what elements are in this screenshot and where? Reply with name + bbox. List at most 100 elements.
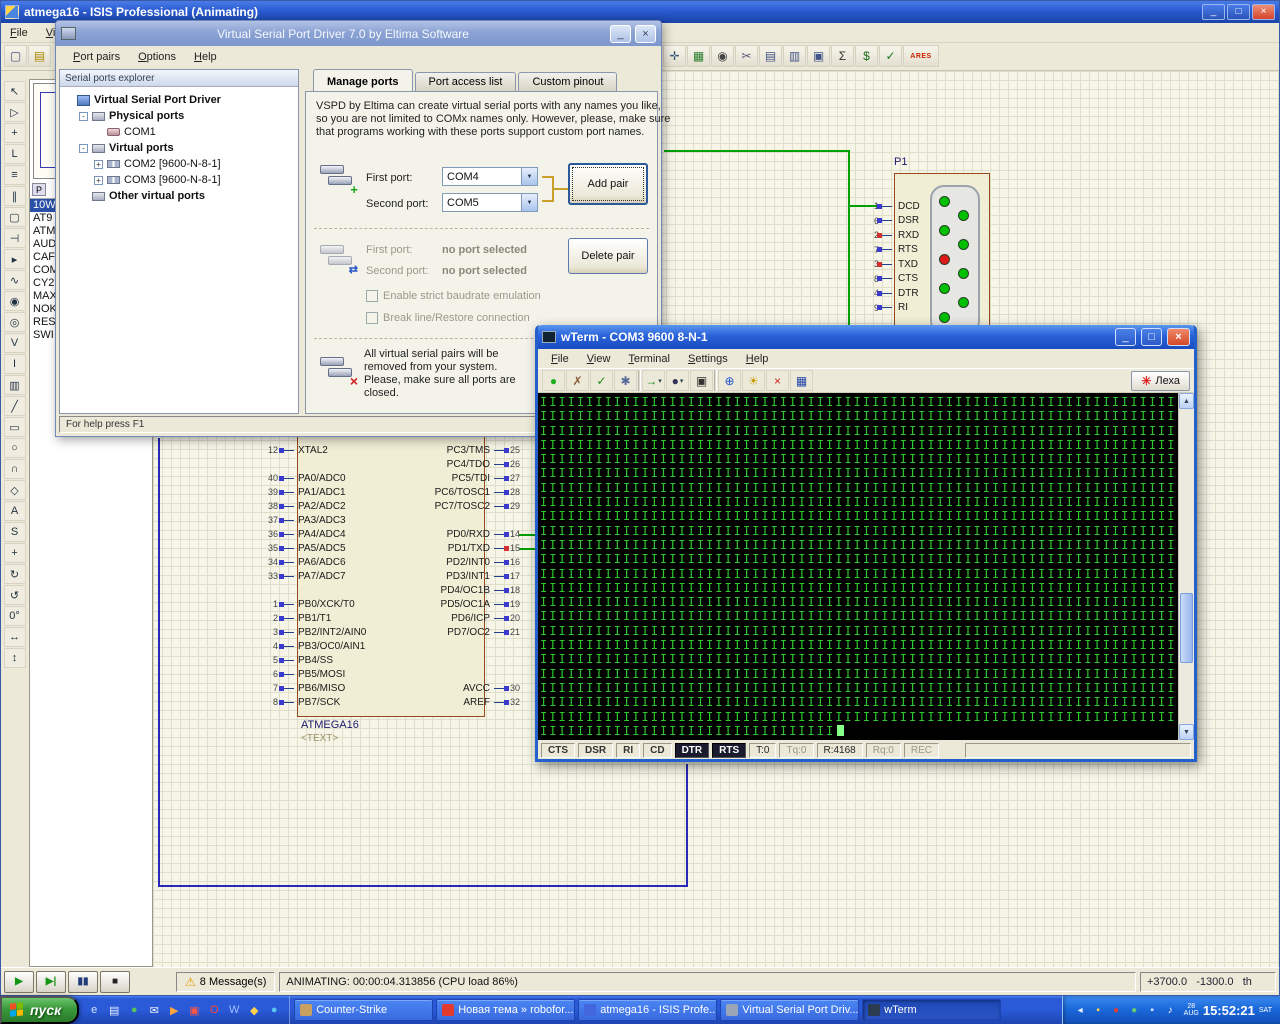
messages-indicator[interactable]: ⚠ 8 Message(s) <box>176 972 275 992</box>
line-tool-icon[interactable]: ╱ <box>4 396 26 416</box>
rotate-ccw-icon[interactable]: ↺ <box>4 585 26 605</box>
macro-icon[interactable]: ● <box>666 370 689 391</box>
tray-hide-arrow-icon[interactable]: ◂ <box>1073 1005 1088 1016</box>
vspd-tab[interactable]: Port access list <box>415 72 517 91</box>
tree-expander-icon[interactable]: - <box>79 112 88 121</box>
wterm-menu-item[interactable]: View <box>578 351 620 367</box>
first-port-select[interactable]: COM4 ▼ <box>442 167 538 186</box>
wterm-minimize-button[interactable]: _ <box>1115 328 1136 346</box>
toolbar-separator[interactable] <box>714 370 717 391</box>
generator-tool-icon[interactable]: ◎ <box>4 312 26 332</box>
tree-expander-icon[interactable]: + <box>94 160 103 169</box>
tray-volume-icon[interactable]: ♪ <box>1163 1005 1178 1016</box>
dropdown-arrow-icon[interactable]: ▼ <box>521 194 537 211</box>
mirror-v-icon[interactable]: ↕ <box>4 648 26 668</box>
tree-item[interactable]: Other virtual ports <box>60 188 298 204</box>
pause-button[interactable]: ▮▮ <box>68 971 98 993</box>
signal-indicator[interactable]: DSR <box>578 743 613 758</box>
isis-minimize-button[interactable]: _ <box>1202 4 1225 20</box>
pick-devices-button[interactable]: P <box>32 183 46 196</box>
tray-icon-1[interactable]: ▪ <box>1091 1005 1106 1016</box>
save-icon[interactable]: ▦ <box>790 370 813 391</box>
dropdown-arrow-icon[interactable]: ▼ <box>521 168 537 185</box>
quicklaunch-icon-2[interactable]: ▤ <box>105 1001 123 1019</box>
paste-icon[interactable]: ▣ <box>807 45 830 67</box>
arc-tool-icon[interactable]: ∩ <box>4 459 26 479</box>
isis-menu-item[interactable]: File <box>1 25 37 41</box>
copy-icon[interactable]: ▥ <box>783 45 806 67</box>
tape-tool-icon[interactable]: ◉ <box>4 291 26 311</box>
selection-tool-icon[interactable]: ↖ <box>4 81 26 101</box>
netlist-icon[interactable]: Σ <box>831 45 854 67</box>
wterm-menu-item[interactable]: File <box>542 351 578 367</box>
taskbar-task-button[interactable]: atmega16 - ISIS Profe... <box>578 999 717 1021</box>
quicklaunch-icon-3[interactable]: ● <box>125 1001 143 1019</box>
vspd-tab[interactable]: Manage ports <box>313 69 413 91</box>
quicklaunch-icon-7[interactable]: O <box>205 1001 223 1019</box>
text-tool-icon[interactable]: A <box>4 501 26 521</box>
delete-pair-button[interactable]: Delete pair <box>568 238 648 274</box>
connect-icon[interactable]: ● <box>542 370 565 391</box>
new-file-icon[interactable]: ▢ <box>4 45 27 67</box>
isis-close-button[interactable]: × <box>1252 4 1275 20</box>
find-icon[interactable]: ✂ <box>735 45 758 67</box>
vspd-menu-item[interactable]: Port pairs <box>64 49 129 65</box>
toolbar-separator[interactable] <box>638 370 641 391</box>
break-line-checkbox[interactable]: Break line/Restore connection <box>366 312 530 324</box>
current-probe-tool-icon[interactable]: I <box>4 354 26 374</box>
box-tool-icon[interactable]: ▭ <box>4 417 26 437</box>
terminal-screen[interactable]: IIIIIIIIIIIIIIIIIIIIIIIIIIIIIIIIIIIIIIII… <box>538 393 1178 740</box>
checkbox-box[interactable] <box>366 312 378 324</box>
scrollbar-down-icon[interactable]: ▼ <box>1179 724 1194 740</box>
tray-icon-4[interactable]: ▪ <box>1145 1005 1160 1016</box>
quicklaunch-icon-10[interactable]: ● <box>265 1001 283 1019</box>
vspd-tab[interactable]: Custom pinout <box>518 72 617 91</box>
taskbar-clock[interactable]: 28 AUG 15:52:21 SAT <box>1181 1003 1272 1018</box>
text-script-tool-icon[interactable]: ≡ <box>4 165 26 185</box>
quicklaunch-icon-5[interactable]: ▶ <box>165 1001 183 1019</box>
clear-icon[interactable]: × <box>766 370 789 391</box>
marker-tool-icon[interactable]: + <box>4 543 26 563</box>
erc-icon[interactable]: ✓ <box>879 45 902 67</box>
wterm-menu-item[interactable]: Settings <box>679 351 737 367</box>
add-pair-button[interactable]: Add pair <box>568 163 648 205</box>
wire[interactable] <box>664 150 849 152</box>
wterm-maximize-button[interactable]: □ <box>1141 328 1162 346</box>
stop-button[interactable]: ■ <box>100 971 130 993</box>
tree-item[interactable]: COM1 <box>60 124 298 140</box>
terminal-scrollbar[interactable]: ▲ ▼ <box>1178 393 1194 740</box>
tree-item[interactable]: - Physical ports <box>60 108 298 124</box>
device-pin-tool-icon[interactable]: ▸ <box>4 249 26 269</box>
user-button[interactable]: ✳ Леха <box>1131 371 1190 391</box>
angle-display[interactable]: 0° <box>4 606 26 626</box>
taskbar-task-button[interactable]: Новая тема » robofor... <box>436 999 575 1021</box>
second-port-select[interactable]: COM5 ▼ <box>442 193 538 212</box>
symbol-tool-icon[interactable]: S <box>4 522 26 542</box>
tree-item[interactable]: Virtual Serial Port Driver <box>60 92 298 108</box>
scrollbar-up-icon[interactable]: ▲ <box>1179 393 1194 409</box>
gear-icon[interactable]: ✱ <box>614 370 637 391</box>
terminal-tool-icon[interactable]: ⊣ <box>4 228 26 248</box>
sheet-icon[interactable]: ▤ <box>759 45 782 67</box>
circle-tool-icon[interactable]: ○ <box>4 438 26 458</box>
apply-icon[interactable]: ✓ <box>590 370 613 391</box>
signal-indicator[interactable]: CTS <box>541 743 575 758</box>
quicklaunch-icon-9[interactable]: ◆ <box>245 1001 263 1019</box>
start-button[interactable]: пуск <box>0 996 79 1024</box>
globe-icon[interactable]: ⊕ <box>718 370 741 391</box>
wire[interactable] <box>686 764 688 887</box>
quicklaunch-icon-8[interactable]: W <box>225 1001 243 1019</box>
zoom-icon[interactable]: ◉ <box>711 45 734 67</box>
quicklaunch-icon-4[interactable]: ✉ <box>145 1001 163 1019</box>
signal-indicator[interactable]: RTS <box>712 743 746 758</box>
voltage-probe-tool-icon[interactable]: V <box>4 333 26 353</box>
taskbar-task-button[interactable]: Virtual Serial Port Driv... <box>720 999 859 1021</box>
vspd-menu-item[interactable]: Help <box>185 49 226 65</box>
bom-icon[interactable]: $ <box>855 45 878 67</box>
hazard-icon[interactable]: ☀ <box>742 370 765 391</box>
junction-tool-icon[interactable]: + <box>4 123 26 143</box>
signal-indicator[interactable]: RI <box>616 743 640 758</box>
tree-item[interactable]: + COM3 [9600-N-8-1] <box>60 172 298 188</box>
strict-baudrate-checkbox[interactable]: Enable strict baudrate emulation <box>366 290 541 302</box>
open-file-icon[interactable]: ▤ <box>28 45 51 67</box>
